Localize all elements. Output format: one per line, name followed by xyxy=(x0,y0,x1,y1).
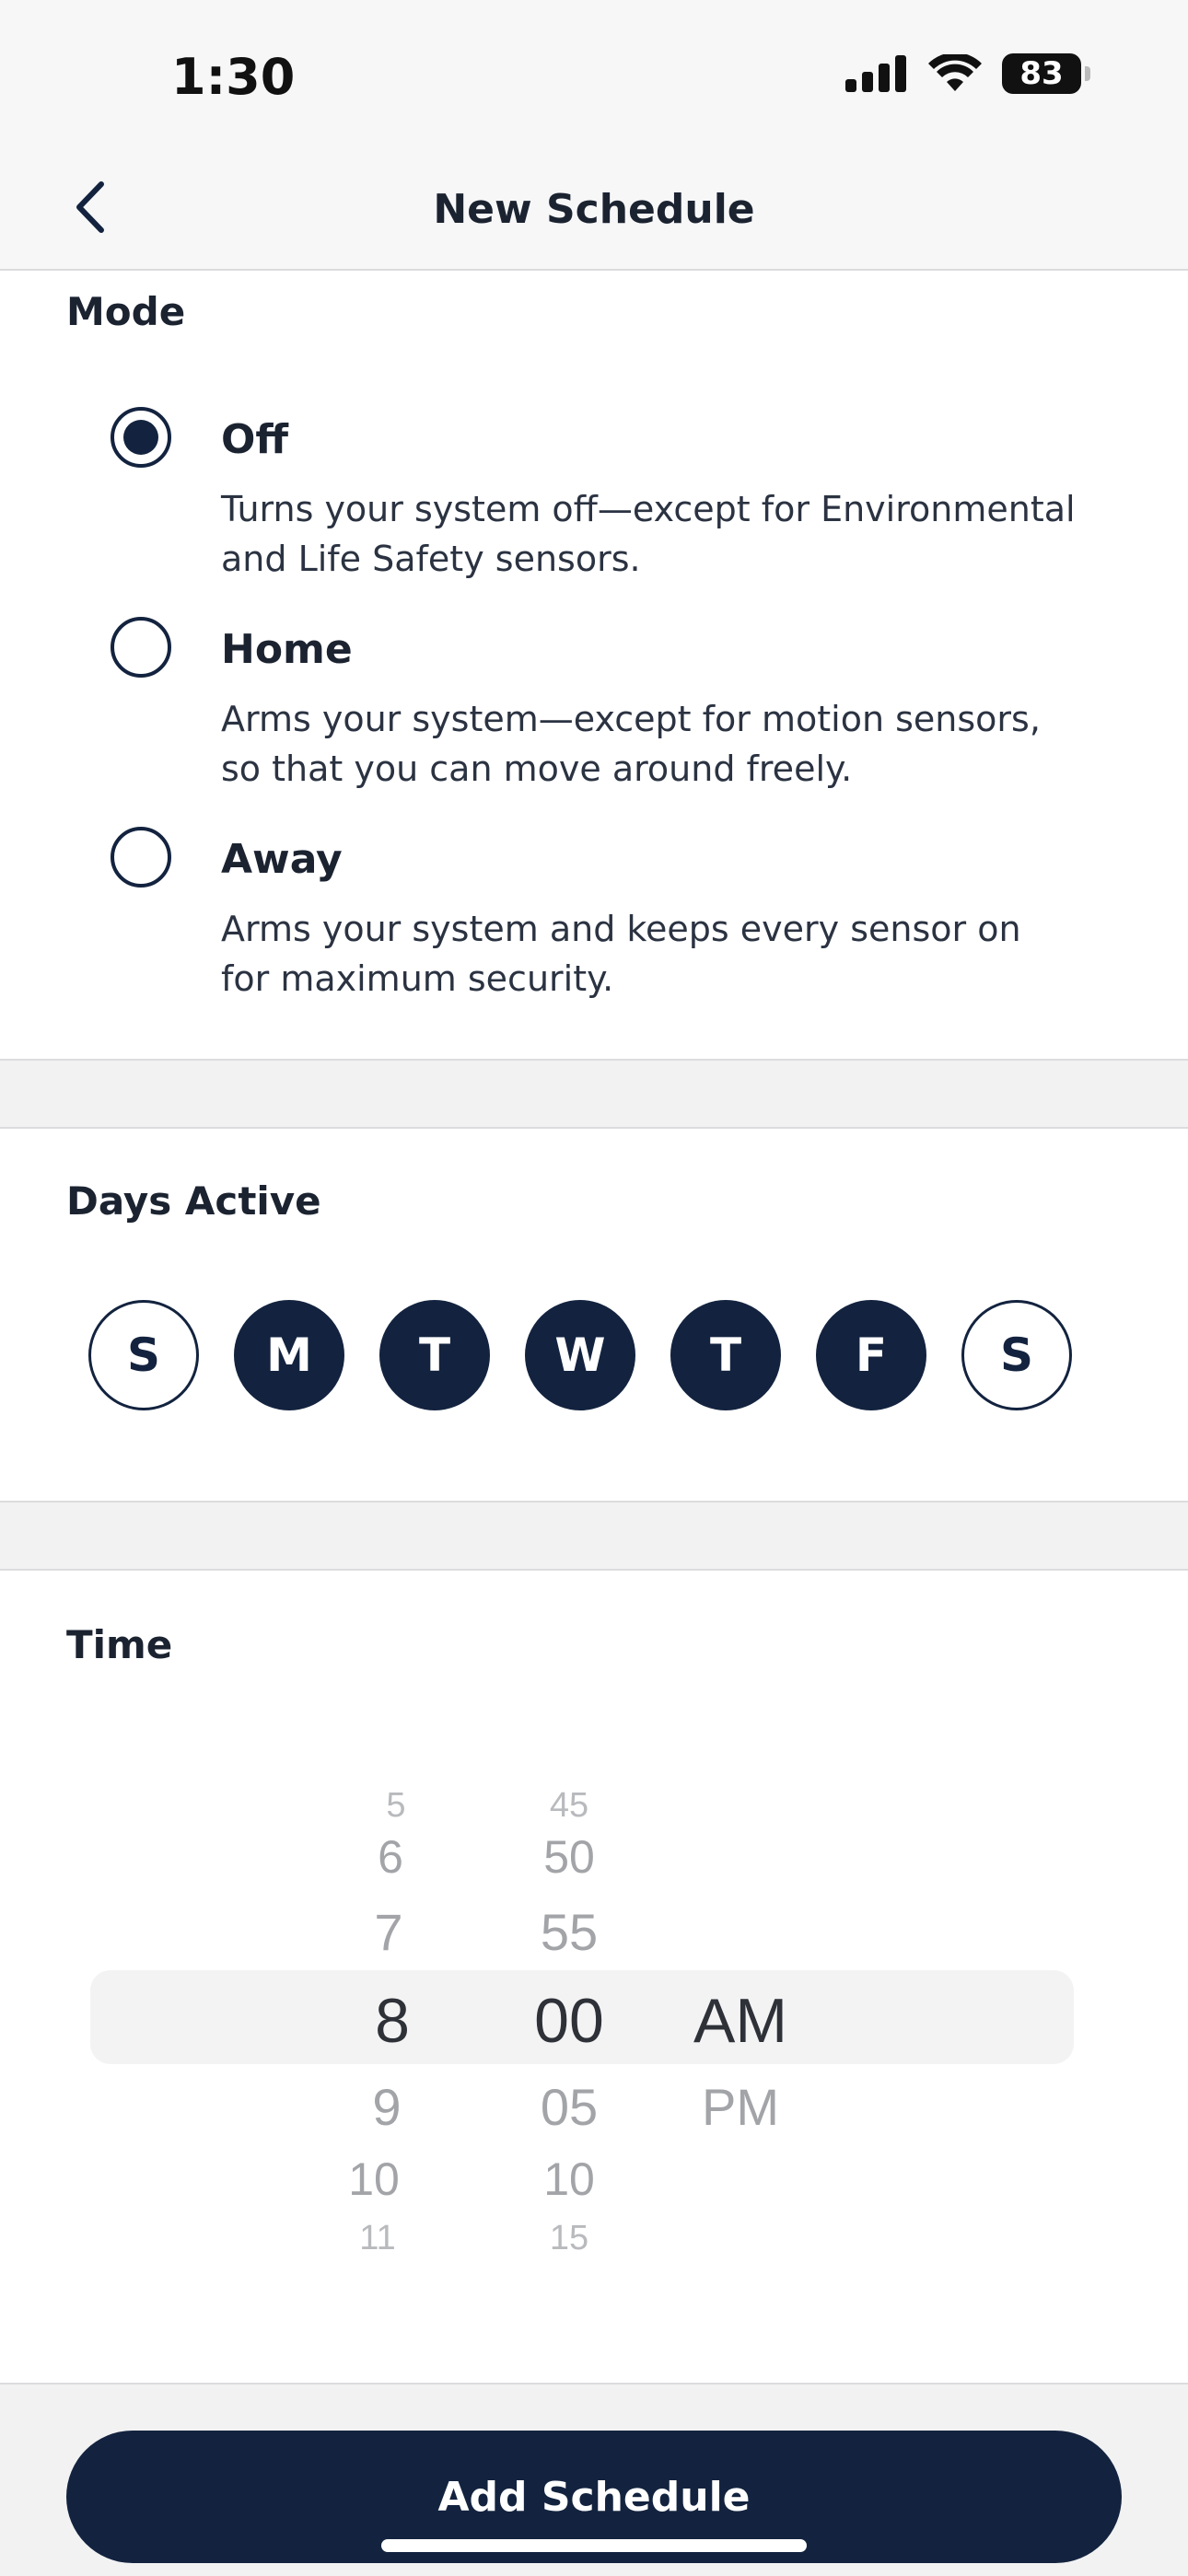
hour-option[interactable]: 6 xyxy=(298,1830,483,1884)
cellular-signal-icon xyxy=(845,55,906,92)
minute-option[interactable]: 50 xyxy=(477,1830,661,1884)
day-wednesday[interactable]: W xyxy=(525,1300,635,1410)
battery-icon: 83 xyxy=(1002,53,1090,94)
status-bar: 1:30 83 xyxy=(0,0,1188,147)
minute-selected[interactable]: 00 xyxy=(477,1985,661,2057)
minute-option[interactable]: 10 xyxy=(477,2152,661,2206)
day-thursday[interactable]: T xyxy=(670,1300,781,1410)
minute-option[interactable]: 45 xyxy=(477,1786,661,1826)
period-selected[interactable]: AM xyxy=(648,1985,833,2057)
mode-section: Mode Off Turns your system off—except fo… xyxy=(0,271,1188,1059)
radio-off[interactable] xyxy=(111,407,171,468)
mode-desc-home: Arms your system—except for motion senso… xyxy=(221,699,1041,789)
day-tuesday[interactable]: T xyxy=(379,1300,490,1410)
minute-option[interactable]: 15 xyxy=(477,2219,661,2258)
hour-option[interactable]: 10 xyxy=(282,2152,466,2206)
hour-option[interactable]: 5 xyxy=(304,1786,488,1826)
period-option[interactable]: PM xyxy=(648,2077,833,2137)
wifi-icon xyxy=(928,54,982,91)
mode-desc-away: Arms your system and keeps every sensor … xyxy=(221,909,1021,999)
time-title: Time xyxy=(66,1622,173,1667)
mode-title: Mode xyxy=(66,289,186,334)
days-title: Days Active xyxy=(66,1178,321,1224)
days-row: S M T W T F S xyxy=(88,1300,1072,1410)
mode-label-away: Away xyxy=(221,836,343,883)
day-saturday[interactable]: S xyxy=(961,1300,1072,1410)
hour-option[interactable]: 7 xyxy=(297,1902,481,1962)
page-title: New Schedule xyxy=(433,186,755,233)
hour-selected[interactable]: 8 xyxy=(300,1985,484,2057)
radio-away[interactable] xyxy=(111,827,171,888)
minute-option[interactable]: 55 xyxy=(477,1902,661,1962)
section-divider xyxy=(0,1501,1188,1571)
status-icons: 83 xyxy=(845,53,1090,94)
status-time: 1:30 xyxy=(171,48,296,106)
mode-option-home[interactable]: Home Arms your system—except for motion … xyxy=(111,617,1105,789)
minute-option[interactable]: 05 xyxy=(477,2077,661,2137)
day-monday[interactable]: M xyxy=(234,1300,344,1410)
mode-option-away[interactable]: Away Arms your system and keeps every se… xyxy=(111,827,1105,999)
section-divider xyxy=(0,1059,1188,1129)
mode-option-off[interactable]: Off Turns your system off—except for Env… xyxy=(111,407,1105,579)
day-friday[interactable]: F xyxy=(816,1300,926,1410)
home-indicator xyxy=(381,2539,807,2552)
mode-label-home: Home xyxy=(221,626,353,673)
hour-option[interactable]: 11 xyxy=(285,2219,470,2258)
mode-label-off: Off xyxy=(221,416,289,463)
nav-header: New Schedule xyxy=(0,147,1188,271)
mode-desc-off: Turns your system off—except for Environ… xyxy=(221,489,1076,579)
day-sunday[interactable]: S xyxy=(88,1300,199,1410)
battery-level: 83 xyxy=(1019,55,1064,92)
hour-option[interactable]: 9 xyxy=(295,2077,479,2137)
radio-home[interactable] xyxy=(111,617,171,678)
